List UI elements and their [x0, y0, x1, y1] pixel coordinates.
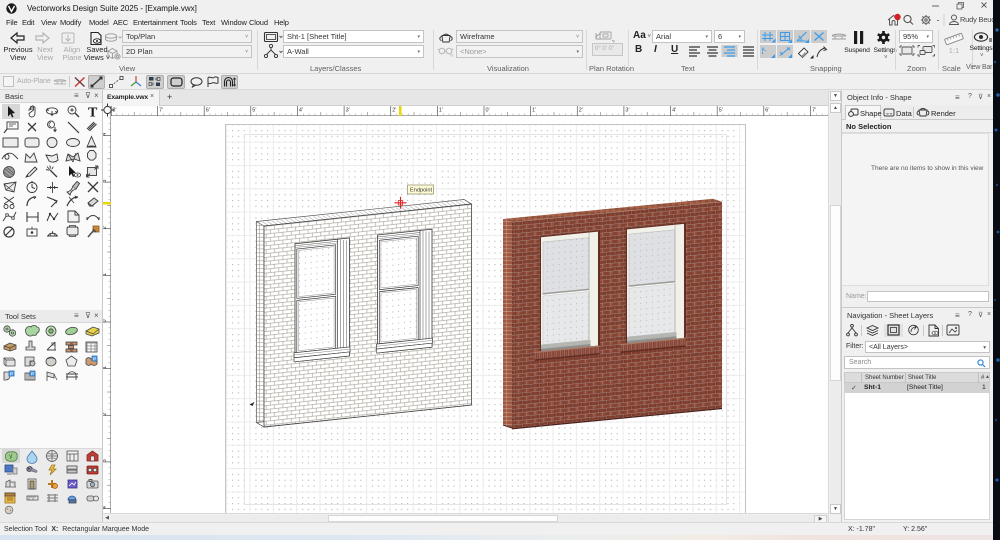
- svg-text:4': 4': [672, 108, 676, 114]
- svg-text:P: P: [10, 372, 13, 377]
- svg-text:2': 2': [103, 225, 108, 229]
- svg-text:2': 2': [579, 108, 583, 114]
- svg-text:6': 6': [206, 108, 210, 114]
- svg-text:4': 4': [103, 132, 108, 136]
- svg-text:3': 3': [103, 458, 108, 462]
- svg-text:5': 5': [719, 108, 723, 114]
- svg-text:2': 2': [103, 412, 108, 416]
- svg-text:0': 0': [486, 108, 490, 114]
- svg-text:P: P: [93, 357, 96, 362]
- svg-text:4': 4': [103, 505, 108, 509]
- svg-text:3': 3': [103, 178, 108, 182]
- svg-text:2': 2': [392, 108, 396, 114]
- svg-text:7': 7': [812, 108, 816, 114]
- svg-text:1': 1': [103, 365, 108, 369]
- svg-text:Endpoint: Endpoint: [410, 188, 433, 194]
- svg-text:1': 1': [439, 108, 443, 114]
- svg-text:T: T: [88, 106, 98, 121]
- svg-text:4': 4': [299, 108, 303, 114]
- svg-text:1': 1': [532, 108, 536, 114]
- svg-text:3': 3': [625, 108, 629, 114]
- svg-text:0': 0': [103, 318, 108, 322]
- svg-text:6': 6': [765, 108, 769, 114]
- svg-text:3': 3': [346, 108, 350, 114]
- svg-text:P: P: [31, 372, 34, 377]
- svg-text:5': 5': [252, 108, 256, 114]
- svg-text:7': 7': [159, 108, 163, 114]
- svg-text:%: %: [51, 342, 56, 348]
- svg-text:1': 1': [103, 272, 108, 276]
